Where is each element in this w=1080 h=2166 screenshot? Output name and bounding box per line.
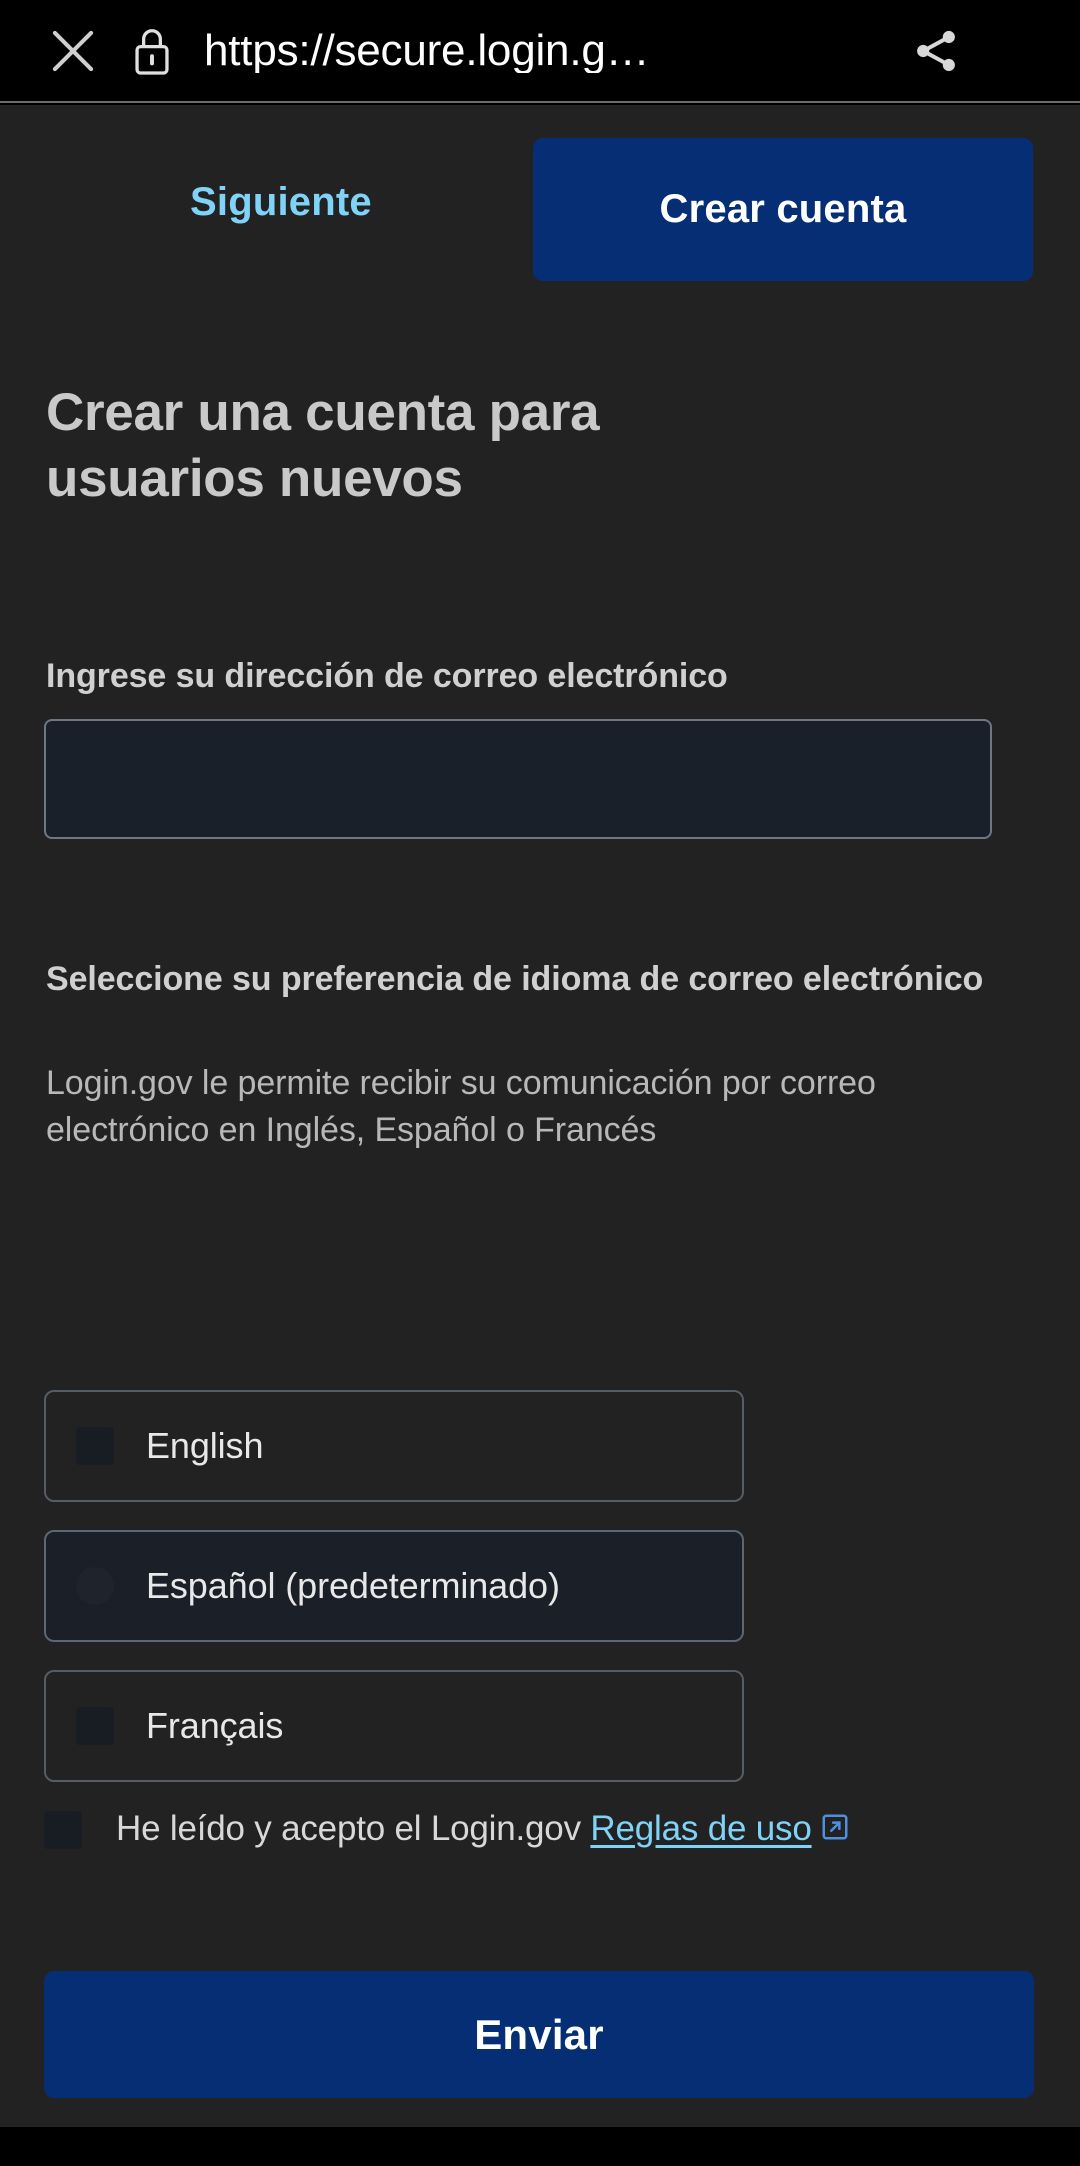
crear-cuenta-button[interactable]: Crear cuenta [533, 138, 1033, 281]
share-icon[interactable] [904, 19, 968, 83]
page-content: Siguiente Crear cuenta Crear una cuenta … [0, 105, 1080, 2127]
lock-icon[interactable] [126, 20, 178, 82]
language-radio-group: English Español (predeterminado) Françai… [44, 1390, 744, 1810]
language-option-label: English [146, 1425, 264, 1466]
url-text[interactable]: https://secure.login.g… [204, 29, 886, 73]
email-label: Ingrese su dirección de correo electróni… [46, 657, 728, 695]
language-option-english[interactable]: English [44, 1390, 744, 1502]
radio-indicator-selected[interactable] [76, 1567, 114, 1605]
terms-text: He leído y acepto el Login.gov [116, 1809, 581, 1848]
close-icon[interactable] [42, 20, 104, 82]
browser-toolbar: https://secure.login.g… [0, 0, 1080, 103]
system-navigation-bar [0, 2127, 1080, 2166]
language-option-label: Español (predeterminado) [146, 1565, 560, 1606]
rules-of-use-link[interactable]: Reglas de uso [590, 1809, 811, 1848]
radio-indicator[interactable] [76, 1707, 114, 1745]
terms-row: He leído y acepto el Login.gov Reglas de… [44, 1809, 1054, 1851]
radio-indicator[interactable] [76, 1427, 114, 1465]
terms-text-wrapper: He leído y acepto el Login.gov Reglas de… [116, 1809, 850, 1851]
language-option-label: Français [146, 1705, 284, 1746]
terms-checkbox[interactable] [44, 1811, 82, 1849]
external-link-icon[interactable] [820, 1811, 850, 1851]
language-option-spanish[interactable]: Español (predeterminado) [44, 1530, 744, 1642]
siguiente-link[interactable]: Siguiente [190, 180, 372, 225]
language-option-french[interactable]: Français [44, 1670, 744, 1782]
email-input[interactable] [44, 719, 992, 839]
enviar-submit-button[interactable]: Enviar [44, 1971, 1034, 2098]
account-nav-row: Siguiente Crear cuenta [0, 138, 1080, 286]
more-vertical-icon[interactable] [998, 19, 1054, 83]
page-title: Crear una cuenta para usuarios nuevos [46, 383, 600, 509]
language-preference-description: Login.gov le permite recibir su comunica… [46, 1064, 876, 1149]
language-preference-heading: Seleccione su preferencia de idioma de c… [46, 960, 984, 998]
